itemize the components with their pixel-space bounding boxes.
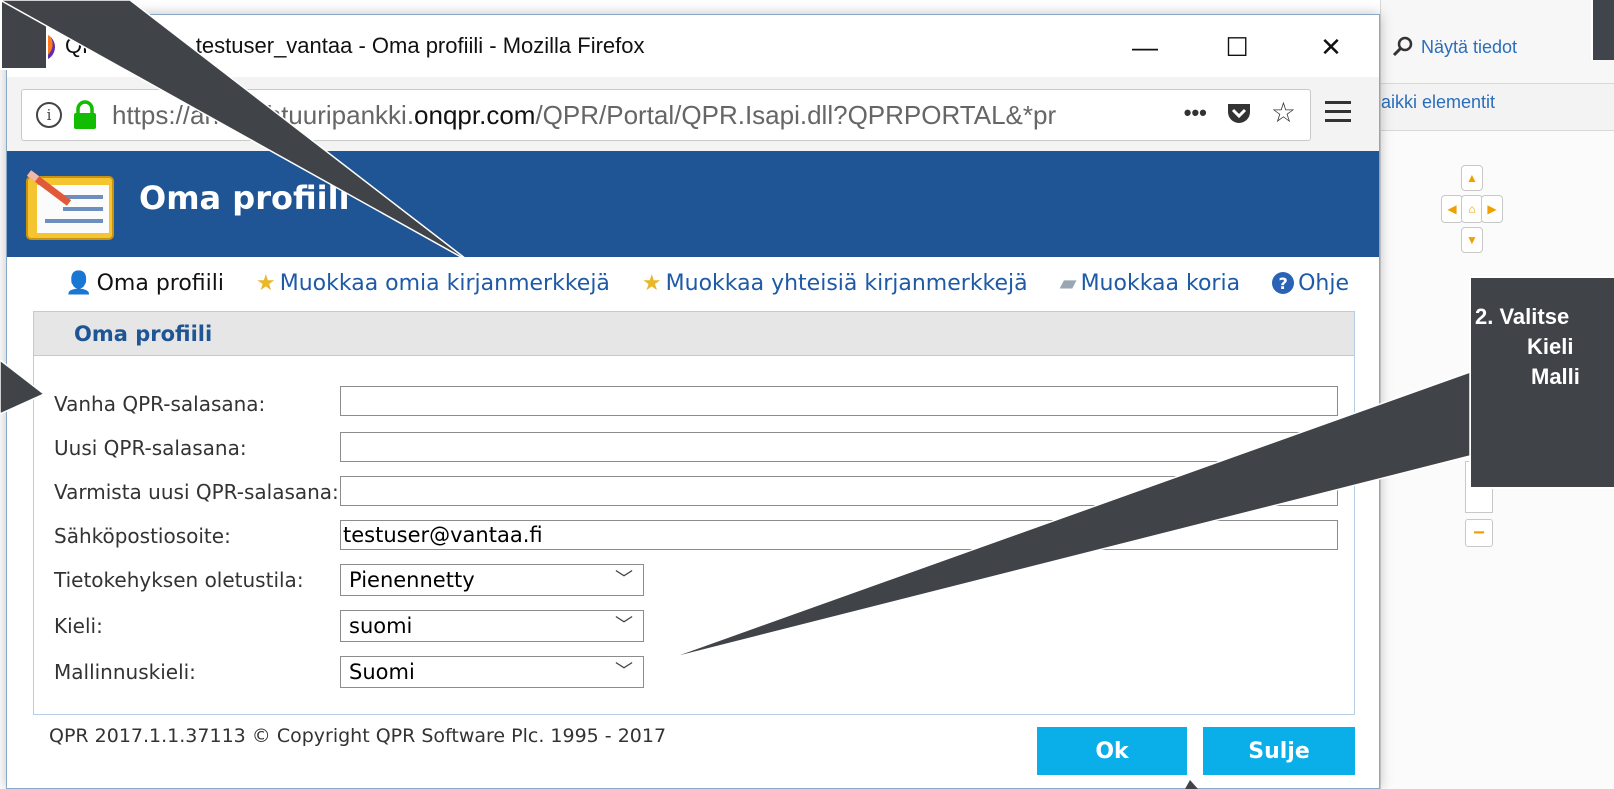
language-select[interactable]: suomi ﹀ bbox=[340, 610, 644, 642]
language-value: suomi bbox=[349, 614, 413, 638]
chevron-down-icon: ﹀ bbox=[615, 569, 633, 590]
frame-state-value: Pienennetty bbox=[349, 568, 475, 592]
email-field[interactable]: testuser@vantaa.fi bbox=[340, 520, 1338, 550]
minimize-button[interactable]: — bbox=[1125, 29, 1165, 65]
old-password-field[interactable] bbox=[340, 386, 1338, 416]
url-bar[interactable]: i https://arkkitehtuuripankki.onqpr.com/… bbox=[21, 89, 1311, 141]
info-icon[interactable]: i bbox=[36, 102, 62, 128]
callout-line-3: Malli bbox=[1531, 364, 1580, 389]
profile-form-panel: Oma profiili Vanha QPR-salasana: Uusi QP… bbox=[33, 311, 1355, 715]
window-titlebar: QPR Portal - testuser_vantaa - Oma profi… bbox=[7, 15, 1379, 77]
lock-icon[interactable] bbox=[72, 100, 98, 130]
all-elements-link[interactable]: aikki elementit bbox=[1381, 92, 1495, 113]
callout-line-1: 2. Valitse bbox=[1475, 304, 1570, 329]
modeling-language-value: Suomi bbox=[349, 660, 415, 684]
basket-icon: ▰ bbox=[1059, 270, 1077, 296]
instruction-callout: 2. Valitse Kieli Malli bbox=[1469, 276, 1614, 489]
link-my-profile[interactable]: 👤 Oma profiili bbox=[65, 271, 224, 296]
zoom-out-button[interactable]: − bbox=[1465, 519, 1493, 547]
star-bookmark-icon: ★ bbox=[641, 270, 662, 296]
old-password-label: Vanha QPR-salasana: bbox=[54, 392, 266, 416]
link-edit-own-bookmarks[interactable]: ★ Muokkaa omia kirjanmerkkejä bbox=[256, 271, 610, 296]
pan-down-button[interactable]: ▼ bbox=[1461, 227, 1483, 253]
help-icon: ? bbox=[1272, 272, 1295, 294]
callout-line-2: Kieli bbox=[1527, 334, 1574, 359]
magnifier-icon bbox=[1392, 36, 1413, 57]
background-toolbar: Näytä tiedot bbox=[1381, 0, 1614, 84]
url-text[interactable]: https://arkkitehtuuripankki.onqpr.com/QP… bbox=[112, 100, 1212, 131]
link-help[interactable]: ? Ohje bbox=[1272, 271, 1349, 296]
confirm-password-label: Varmista uusi QPR-salasana: bbox=[54, 480, 339, 504]
pan-home-button[interactable]: ⌂ bbox=[1461, 195, 1483, 223]
email-label: Sähköpostiosoite: bbox=[54, 524, 231, 548]
page-title: Oma profiili bbox=[139, 179, 350, 217]
new-password-field[interactable] bbox=[340, 432, 1338, 462]
close-button[interactable]: Sulje bbox=[1203, 727, 1355, 775]
language-label: Kieli: bbox=[54, 614, 103, 638]
close-window-button[interactable]: ✕ bbox=[1311, 29, 1351, 65]
browser-navbar: i https://arkkitehtuuripankki.onqpr.com/… bbox=[7, 77, 1379, 151]
user-icon: 👤 bbox=[65, 270, 93, 296]
link-edit-shared-bookmarks[interactable]: ★ Muokkaa yhteisiä kirjanmerkkejä bbox=[642, 271, 1028, 296]
ok-button[interactable]: Ok bbox=[1037, 727, 1187, 775]
maximize-button[interactable]: ☐ bbox=[1217, 29, 1257, 65]
chevron-down-icon: ﹀ bbox=[615, 661, 633, 682]
modeling-language-select[interactable]: Suomi ﹀ bbox=[340, 656, 644, 688]
profile-notepad-icon bbox=[26, 170, 114, 240]
panel-title: Oma profiili bbox=[74, 322, 213, 346]
pocket-icon[interactable] bbox=[1225, 99, 1253, 127]
pan-right-button[interactable]: ▶ bbox=[1481, 195, 1503, 223]
pan-navigation-pad: ▲ ◀ ⌂ ▶ ▼ bbox=[1441, 165, 1503, 253]
page-header: Oma profiili bbox=[7, 151, 1379, 257]
pan-up-button[interactable]: ▲ bbox=[1461, 165, 1483, 191]
panel-header: Oma profiili bbox=[34, 312, 1354, 356]
confirm-password-field[interactable] bbox=[340, 476, 1338, 506]
copyright-text: QPR 2017.1.1.37113 © Copyright QPR Softw… bbox=[49, 725, 667, 747]
pan-left-button[interactable]: ◀ bbox=[1441, 195, 1463, 223]
menu-icon[interactable] bbox=[1325, 101, 1351, 125]
background-callout-fragment bbox=[1591, 0, 1614, 60]
window-title: QPR Portal - testuser_vantaa - Oma profi… bbox=[65, 33, 645, 58]
star-bookmark-icon: ★ bbox=[256, 270, 276, 296]
frame-state-label: Tietokehyksen oletustila: bbox=[54, 568, 304, 592]
show-details-label: Näytä tiedot bbox=[1421, 36, 1518, 57]
url-actions: ••• ☆ bbox=[1184, 96, 1296, 129]
frame-state-select[interactable]: Pienennetty ﹀ bbox=[340, 564, 644, 596]
firefox-popup-window: QPR Portal - testuser_vantaa - Oma profi… bbox=[6, 14, 1380, 789]
chevron-down-icon: ﹀ bbox=[615, 615, 633, 636]
show-details-button[interactable]: Näytä tiedot bbox=[1391, 34, 1517, 60]
link-edit-basket[interactable]: ▰ Muokkaa koria bbox=[1060, 271, 1240, 296]
modeling-language-label: Mallinnuskieli: bbox=[54, 660, 196, 684]
bookmark-star-icon[interactable]: ☆ bbox=[1271, 96, 1296, 129]
instruction-callout-fragment bbox=[0, 0, 48, 70]
new-password-label: Uusi QPR-salasana: bbox=[54, 436, 247, 460]
profile-links: 👤 Oma profiili ★ Muokkaa omia kirjanmerk… bbox=[7, 259, 1379, 307]
more-actions-button[interactable]: ••• bbox=[1184, 100, 1207, 126]
